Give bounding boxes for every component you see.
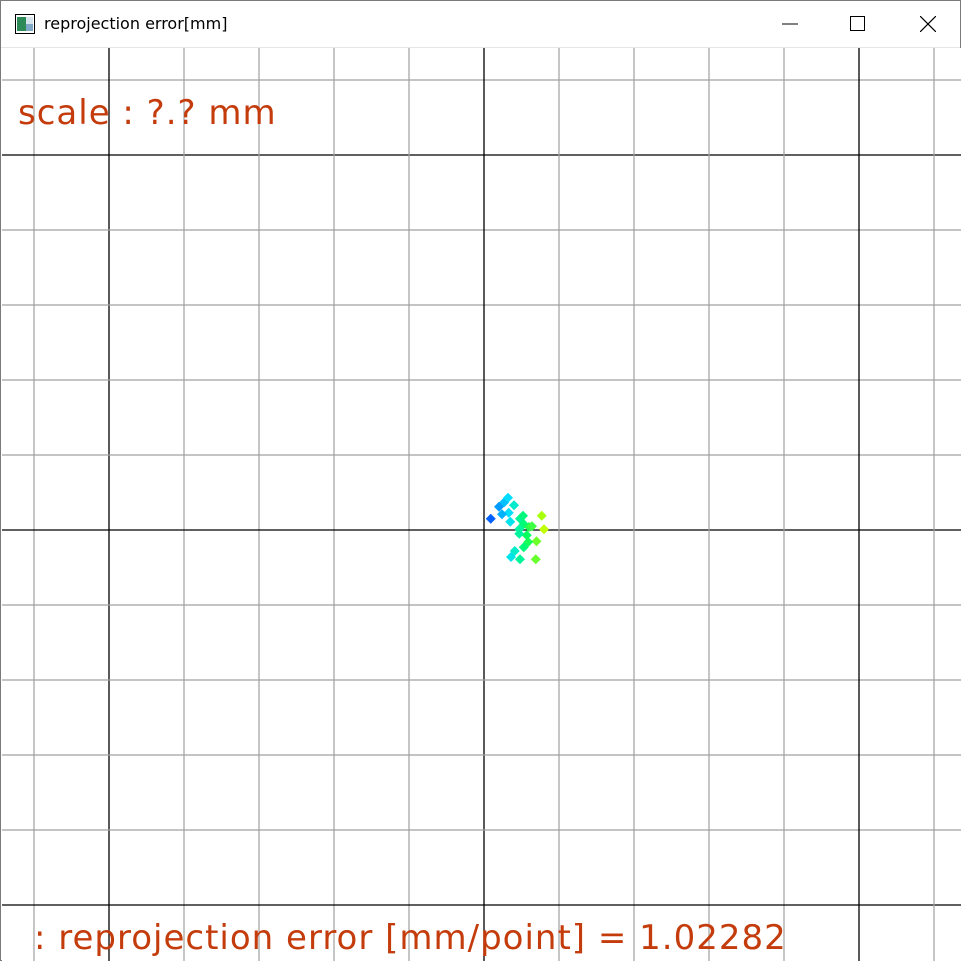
minimize-icon [782,23,798,25]
error-point [505,516,516,527]
error-point [485,513,496,524]
error-point [531,536,542,547]
window-title: reprojection error[mm] [44,14,228,33]
app-icon [15,14,35,34]
app-window: reprojection error[mm] scale : ?.? mm : … [0,0,961,961]
close-button[interactable] [905,1,951,47]
maximize-button[interactable] [835,1,881,47]
maximize-icon [850,16,865,31]
error-label: : reprojection error [mm/point] = 1.0228… [34,918,787,958]
reprojection-plot [2,48,961,961]
error-point [530,554,541,565]
plot-canvas: scale : ?.? mm : reprojection error [mm/… [2,48,961,961]
close-icon [920,16,936,32]
error-point [536,510,547,521]
grid-lines [2,48,961,961]
minimize-button[interactable] [767,1,813,47]
error-point [539,524,549,535]
scale-label: scale : ?.? mm [18,93,277,133]
title-bar[interactable]: reprojection error[mm] [1,1,960,48]
error-point [515,554,525,565]
error-point [509,500,519,511]
error-points [485,492,549,565]
